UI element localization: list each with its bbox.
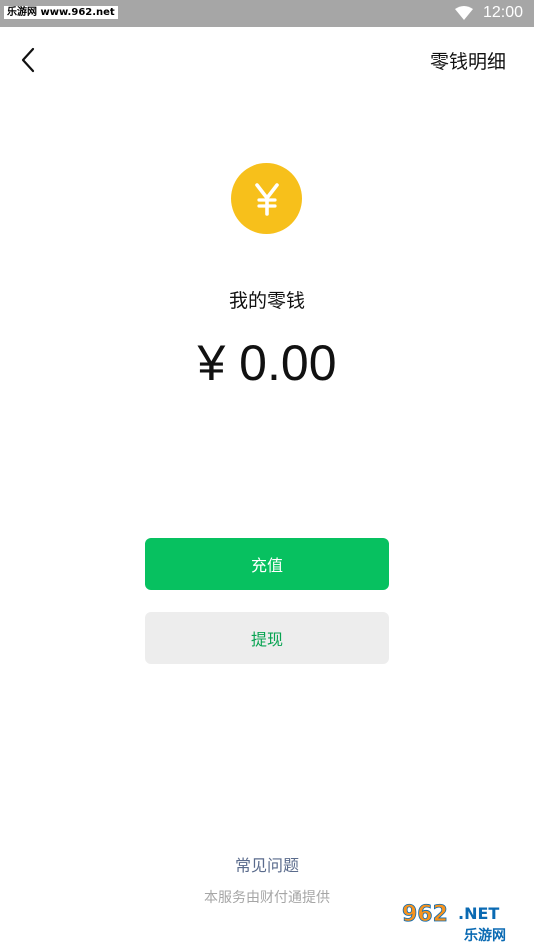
chevron-left-icon xyxy=(21,47,35,73)
back-button[interactable] xyxy=(14,44,42,76)
faq-link[interactable]: 常见问题 xyxy=(0,852,534,876)
balance-label: 我的零钱 xyxy=(228,290,305,312)
962-logo-watermark: 962 .NET 乐游网 xyxy=(396,895,530,945)
withdraw-button[interactable]: 提现 xyxy=(145,612,389,664)
watermark-text: 乐游网 www.962.net xyxy=(4,6,118,19)
svg-text:乐游网: 乐游网 xyxy=(464,927,506,944)
balance-amount: ¥ 0.00 xyxy=(197,335,337,391)
yuan-symbol-icon xyxy=(254,182,279,216)
status-bar: 乐游网 www.962.net 12:00 xyxy=(0,0,534,27)
status-time: 12:00 xyxy=(483,4,524,21)
svg-text:962: 962 xyxy=(402,902,448,927)
yuan-coin-icon xyxy=(231,163,302,234)
svg-text:.NET: .NET xyxy=(458,904,499,923)
wifi-icon xyxy=(455,6,473,20)
balance-detail-link[interactable]: 零钱明细 xyxy=(430,47,506,74)
recharge-button[interactable]: 充值 xyxy=(145,538,389,590)
